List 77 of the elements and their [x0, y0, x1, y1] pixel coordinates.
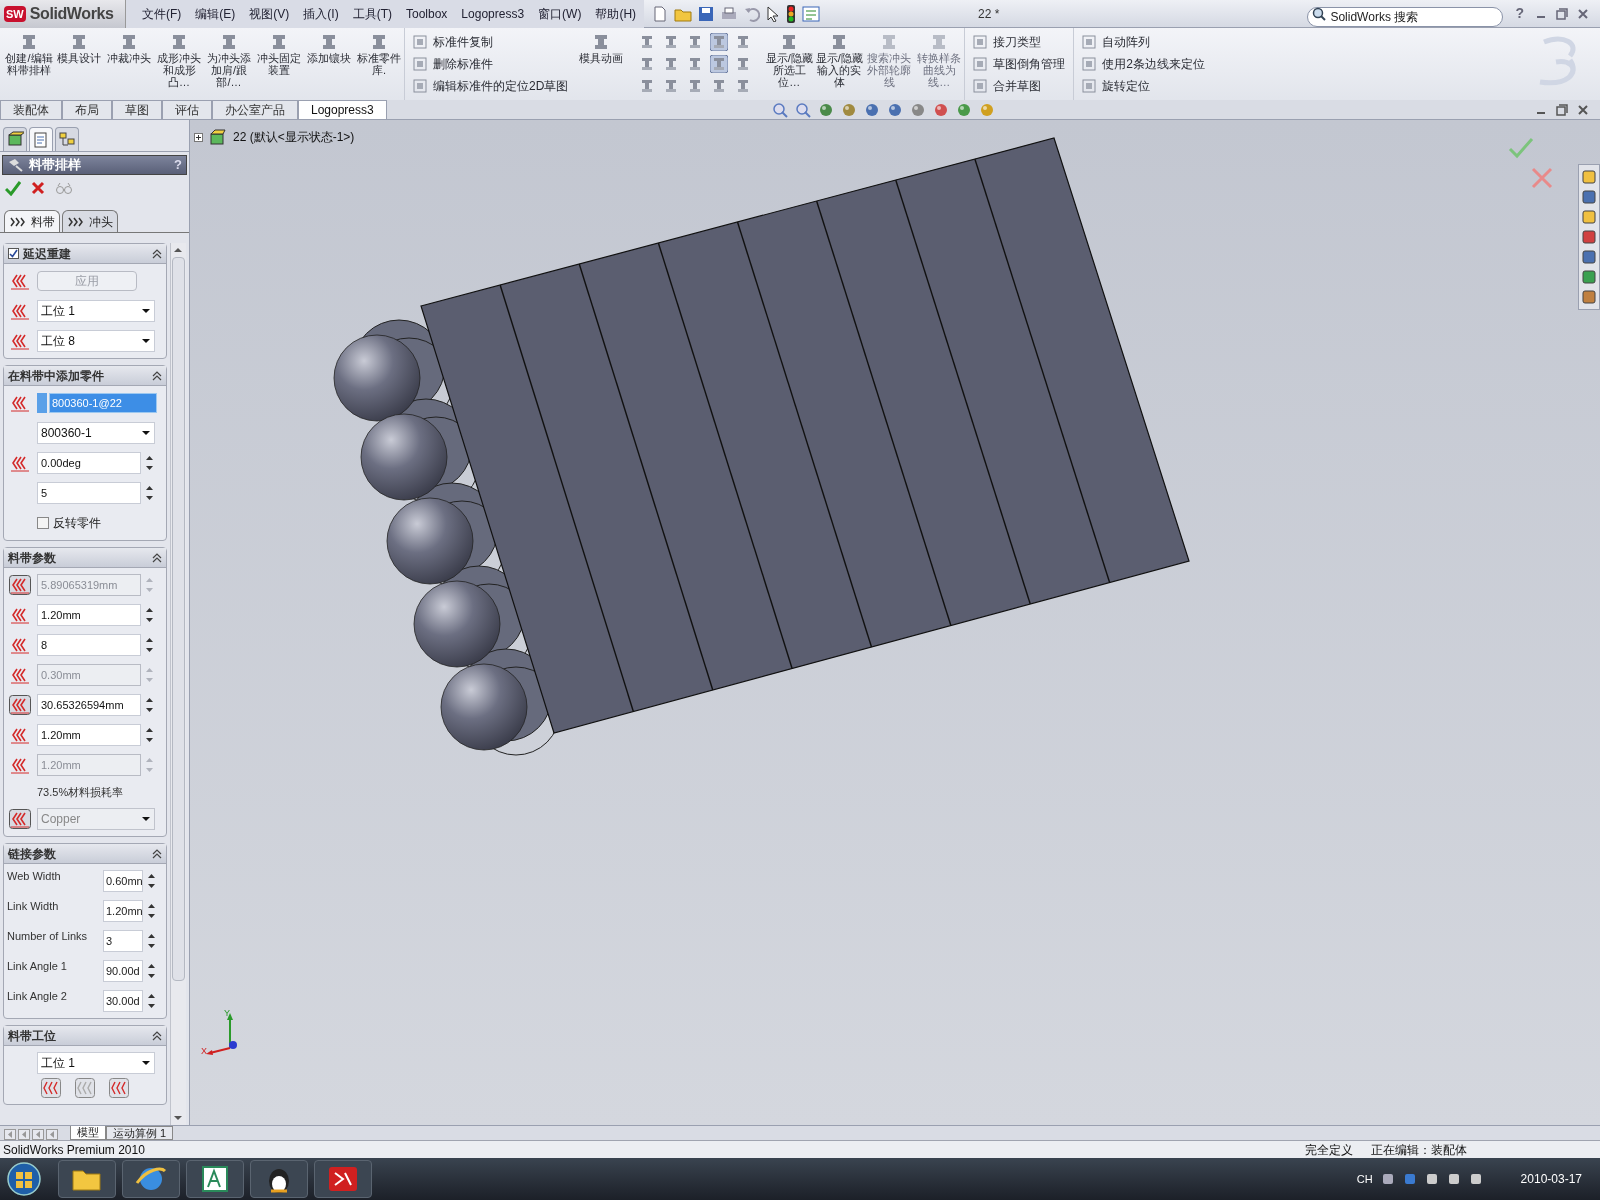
ribbon-button[interactable]: 冲头固定装置 — [254, 28, 304, 100]
number-field[interactable]: 30.65326594mm — [37, 694, 141, 716]
field-label: Link Width — [7, 899, 60, 914]
ribbon-button[interactable]: 删除标准件 — [413, 55, 569, 73]
menu-item[interactable]: 帮助(H) — [595, 4, 637, 23]
menu-item[interactable]: Toolbox — [406, 4, 448, 23]
menu-item[interactable]: 插入(I) — [303, 4, 339, 23]
group-title: 料带工位 — [8, 1027, 56, 1045]
panel-tab[interactable]: 冲头 — [62, 210, 118, 232]
group-title: 链接参数 — [8, 845, 56, 863]
group-title: 料带参数 — [8, 549, 56, 567]
status-text: 完全定义 — [1305, 1141, 1353, 1159]
number-field[interactable]: 30.00d — [103, 990, 143, 1012]
number-field[interactable]: 0.60mn — [103, 870, 143, 892]
language-indicator[interactable]: CH — [1356, 1170, 1373, 1188]
ribbon-button[interactable]: 添加镶块 — [304, 28, 354, 100]
dropdown[interactable]: 800360-1 — [37, 422, 155, 444]
checkbox-label: 反转零件 — [53, 515, 101, 532]
field-label: Link Angle 1 — [7, 959, 68, 974]
menu-item[interactable]: 工具(T) — [352, 4, 392, 23]
ribbon-button[interactable]: 接刀类型 — [973, 33, 1066, 51]
menu-item[interactable]: 编辑(E) — [195, 4, 236, 23]
clock-date[interactable]: 2010-03-17 — [1520, 1170, 1582, 1188]
number-field[interactable]: 1.20mm — [37, 724, 141, 746]
ribbon-button[interactable]: 冲裁冲头 — [104, 28, 154, 100]
ribbon-button[interactable]: 成形冲头和成形凸… — [154, 28, 204, 100]
ribbon-button[interactable]: 为冲头添加肩/跟部/… — [204, 28, 254, 100]
field-label: Link Angle 2 — [7, 989, 68, 1004]
status-text: 正在编辑：装配体 — [1371, 1141, 1467, 1159]
menu-item[interactable]: Logopress3 — [461, 4, 525, 23]
command-tab[interactable]: 评估 — [162, 100, 212, 119]
ribbon-button[interactable]: 使用2条边线来定位 — [1082, 55, 1206, 73]
number-field[interactable]: 1.20mm — [37, 604, 141, 626]
search-field[interactable]: SolidWorks 搜索 — [1307, 6, 1504, 27]
dropdown[interactable]: 工位 1 — [37, 1052, 155, 1074]
ribbon-button[interactable]: 编辑标准件的定位2D草图 — [413, 77, 569, 95]
group-title: 在料带中添加零件 — [8, 367, 104, 385]
ribbon-button[interactable]: 自动阵列 — [1082, 33, 1206, 51]
loss-rate-text: 73.5%材料损耗率 — [37, 784, 124, 800]
ribbon-button[interactable]: 旋转定位 — [1082, 77, 1206, 95]
command-tab[interactable]: 办公室产品 — [212, 100, 298, 119]
document-title: 22 * — [978, 5, 1000, 23]
bottom-tab[interactable]: 运动算例 1 — [106, 1126, 174, 1140]
bottom-tab[interactable]: 模型 — [70, 1126, 106, 1140]
command-tab[interactable]: Logopress3 — [298, 100, 387, 119]
field-label: Number of Links — [7, 929, 89, 944]
number-field[interactable]: 90.00d — [103, 960, 143, 982]
status-text: SolidWorks Premium 2010 — [3, 1141, 145, 1159]
ribbon-button[interactable]: 模具动画 — [576, 28, 627, 100]
app-logo: SW SolidWorks — [0, 0, 126, 28]
ribbon-button[interactable]: 显示/隐藏输入的实体 — [814, 28, 865, 100]
command-tab[interactable]: 草图 — [112, 100, 162, 119]
number-field[interactable]: 0.00deg — [37, 452, 141, 474]
ribbon-button[interactable]: 标准零件库. — [354, 28, 404, 100]
dropdown[interactable]: 工位 8 — [37, 330, 155, 352]
ribbon-button[interactable]: 合并草图 — [973, 77, 1066, 95]
menu-item[interactable]: 文件(F) — [142, 4, 182, 23]
menu-item[interactable]: 视图(V) — [249, 4, 290, 23]
number-field[interactable]: 3 — [103, 930, 143, 952]
ribbon-button[interactable]: 模具设计 — [54, 28, 104, 100]
help-button[interactable]: ? — [1515, 3, 1524, 24]
ribbon-button[interactable]: 标准件复制 — [413, 33, 569, 51]
dropdown[interactable]: 工位 1 — [37, 300, 155, 322]
group-title: 延迟重建 — [23, 245, 71, 263]
number-field[interactable]: 8 — [37, 634, 141, 656]
ribbon-button[interactable]: 显示/隐藏所选工位… — [764, 28, 815, 100]
tree-item[interactable]: 22 (默认<显示状态-1>) — [233, 128, 355, 146]
panel-tab[interactable]: 料带 — [4, 210, 60, 232]
panel-title-bar: 料带排样 ? — [2, 155, 187, 175]
command-tab[interactable]: 布局 — [62, 100, 112, 119]
field-label: Web Width — [7, 869, 62, 884]
ribbon-button[interactable]: 创建/编辑料带排样 — [4, 28, 54, 100]
number-field[interactable]: 1.20mn — [103, 900, 143, 922]
number-field[interactable]: 5 — [37, 482, 141, 504]
ribbon-button[interactable]: 草图倒角管理 — [973, 55, 1066, 73]
menu-item[interactable]: 窗口(W) — [538, 4, 582, 23]
command-tab[interactable]: 装配体 — [0, 100, 62, 119]
